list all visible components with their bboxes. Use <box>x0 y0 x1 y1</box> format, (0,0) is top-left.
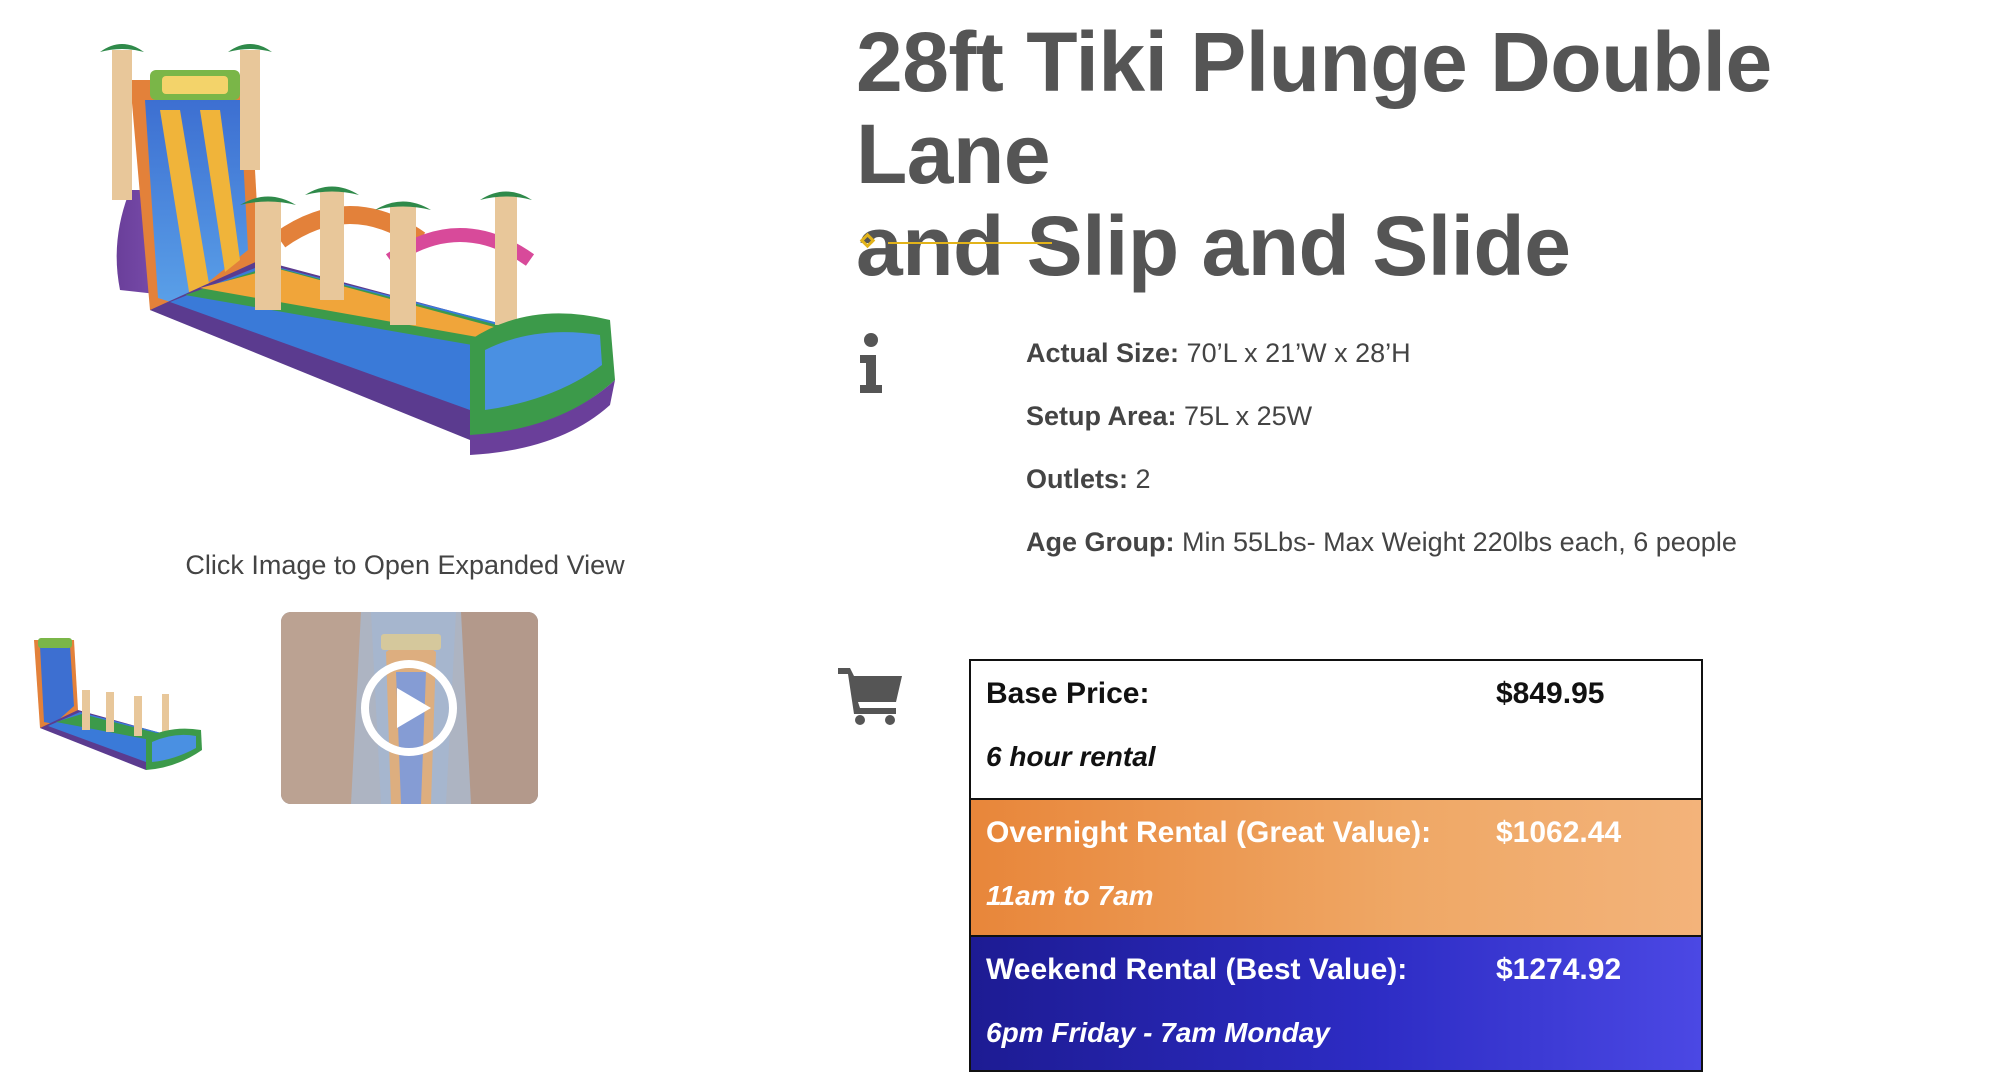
price-label: Overnight Rental (Great Value): <box>986 816 1432 849</box>
price-note: 6pm Friday - 7am Monday <box>986 1017 1330 1048</box>
spec-label: Actual Size: <box>1026 338 1180 368</box>
info-icon <box>860 333 882 393</box>
spec-age-group: Age Group: Min 55Lbs- Max Weight 220lbs … <box>1026 525 1926 588</box>
spec-label: Outlets: <box>1026 464 1129 494</box>
price-label: Weekend Rental (Best Value): <box>986 953 1408 986</box>
expand-view-caption: Click Image to Open Expanded View <box>185 550 625 580</box>
thumbnail-product-image[interactable] <box>26 630 216 780</box>
diamond-icon <box>859 232 876 249</box>
price-note: 11am to 7am <box>986 880 1154 911</box>
spec-setup-area: Setup Area: 75L x 25W <box>1026 399 1926 462</box>
price-row-weekend[interactable]: Weekend Rental (Best Value): $1274.92 6p… <box>971 935 1701 1070</box>
play-icon[interactable] <box>359 658 459 758</box>
price-row-base[interactable]: Base Price: $849.95 6 hour rental <box>971 661 1701 798</box>
main-product-image[interactable] <box>90 40 710 470</box>
spec-value: 70’L x 21’W x 28’H <box>1179 338 1411 368</box>
spec-outlets: Outlets: 2 <box>1026 462 1926 525</box>
water-slide-thumbnail <box>34 638 202 770</box>
product-page: Click Image to Open Expanded View 28ft T… <box>0 0 1990 1082</box>
price-label: Base Price: <box>986 677 1150 710</box>
thumbnail-video[interactable] <box>281 612 538 804</box>
price-value: $1062.44 <box>1496 816 1622 849</box>
price-row-overnight[interactable]: Overnight Rental (Great Value): $1062.44… <box>971 798 1701 935</box>
water-slide-illustration <box>100 44 615 455</box>
spec-label: Age Group: <box>1026 527 1175 557</box>
spec-value: 75L x 25W <box>1176 401 1313 431</box>
divider-line <box>888 242 1052 244</box>
price-note: 6 hour rental <box>986 741 1156 772</box>
product-specs: Actual Size: 70’L x 21’W x 28’H Setup Ar… <box>1026 336 1926 588</box>
spec-label: Setup Area: <box>1026 401 1177 431</box>
title-divider <box>859 232 1060 252</box>
pricing-table: Base Price: $849.95 6 hour rental Overni… <box>969 659 1703 1072</box>
spec-actual-size: Actual Size: 70’L x 21’W x 28’H <box>1026 336 1926 399</box>
price-value: $849.95 <box>1496 677 1605 710</box>
product-title-line-1: 28ft Tiki Plunge Double Lane <box>856 15 1772 201</box>
spec-value: 2 <box>1128 464 1151 494</box>
spec-value: Min 55Lbs- Max Weight 220lbs each, 6 peo… <box>1174 527 1737 557</box>
shopping-cart-icon[interactable] <box>838 664 904 726</box>
price-value: $1274.92 <box>1496 953 1622 986</box>
